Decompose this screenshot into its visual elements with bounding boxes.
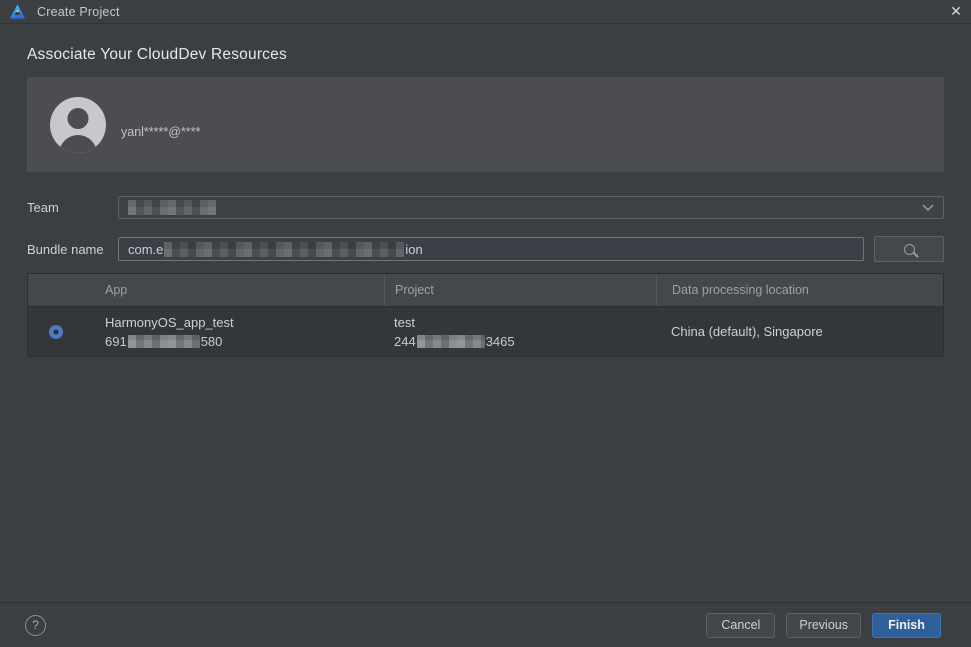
table-row[interactable]: HarmonyOS_app_test 691 580 test 244 3465 [28, 306, 943, 356]
app-name: HarmonyOS_app_test [105, 315, 384, 330]
team-row: Team [27, 196, 944, 219]
app-id-prefix: 691 [105, 334, 127, 349]
title-bar: Create Project ✕ [0, 0, 971, 24]
app-table: App Project Data processing location Har… [27, 273, 944, 357]
bundle-value-suffix: ion [405, 242, 422, 257]
window-title: Create Project [37, 5, 120, 19]
row-radio-selected[interactable] [49, 325, 63, 339]
project-id-suffix: 3465 [486, 334, 515, 349]
project-name: test [394, 315, 656, 330]
search-icon [904, 244, 915, 255]
bundle-value-redacted [164, 242, 404, 257]
location-value: China (default), Singapore [671, 324, 943, 339]
location-cell: China (default), Singapore [656, 307, 943, 356]
bundle-name-input[interactable]: com.e ion [118, 237, 864, 261]
close-icon[interactable]: ✕ [941, 0, 971, 24]
deveco-studio-logo-icon [9, 3, 26, 20]
team-select[interactable] [118, 196, 944, 219]
user-avatar [50, 97, 106, 153]
column-header-location: Data processing location [656, 274, 943, 306]
project-id-prefix: 244 [394, 334, 416, 349]
team-value-redacted [128, 200, 216, 215]
finish-button[interactable]: Finish [872, 613, 941, 638]
team-label: Team [27, 200, 118, 215]
project-cell: test 244 3465 [384, 307, 656, 356]
column-header-app: App [28, 274, 384, 306]
app-id-redacted [128, 335, 200, 348]
account-email: yanl*****@**** [121, 125, 200, 139]
bundle-name-row: Bundle name com.e ion [27, 236, 944, 262]
app-id: 691 580 [105, 334, 384, 349]
table-header: App Project Data processing location [28, 274, 943, 306]
project-id: 244 3465 [394, 334, 656, 349]
bundle-name-label: Bundle name [27, 242, 118, 257]
dialog-content: Associate Your CloudDev Resources yanl**… [0, 46, 971, 357]
page-title: Associate Your CloudDev Resources [27, 46, 944, 64]
account-panel: yanl*****@**** [27, 77, 944, 172]
app-cell: HarmonyOS_app_test 691 580 [28, 307, 384, 356]
chevron-down-icon[interactable] [922, 204, 934, 211]
search-button[interactable] [874, 236, 944, 262]
cancel-button[interactable]: Cancel [706, 613, 775, 638]
column-header-project: Project [384, 274, 656, 306]
create-project-dialog: Create Project ✕ Associate Your CloudDev… [0, 0, 971, 647]
bundle-value-prefix: com.e [128, 242, 163, 257]
previous-button[interactable]: Previous [786, 613, 861, 638]
help-icon[interactable]: ? [25, 615, 46, 636]
app-id-suffix: 580 [201, 334, 223, 349]
project-id-redacted [417, 335, 485, 348]
dialog-footer: ? Cancel Previous Finish [0, 602, 971, 647]
footer-buttons: Cancel Previous Finish [706, 613, 941, 638]
